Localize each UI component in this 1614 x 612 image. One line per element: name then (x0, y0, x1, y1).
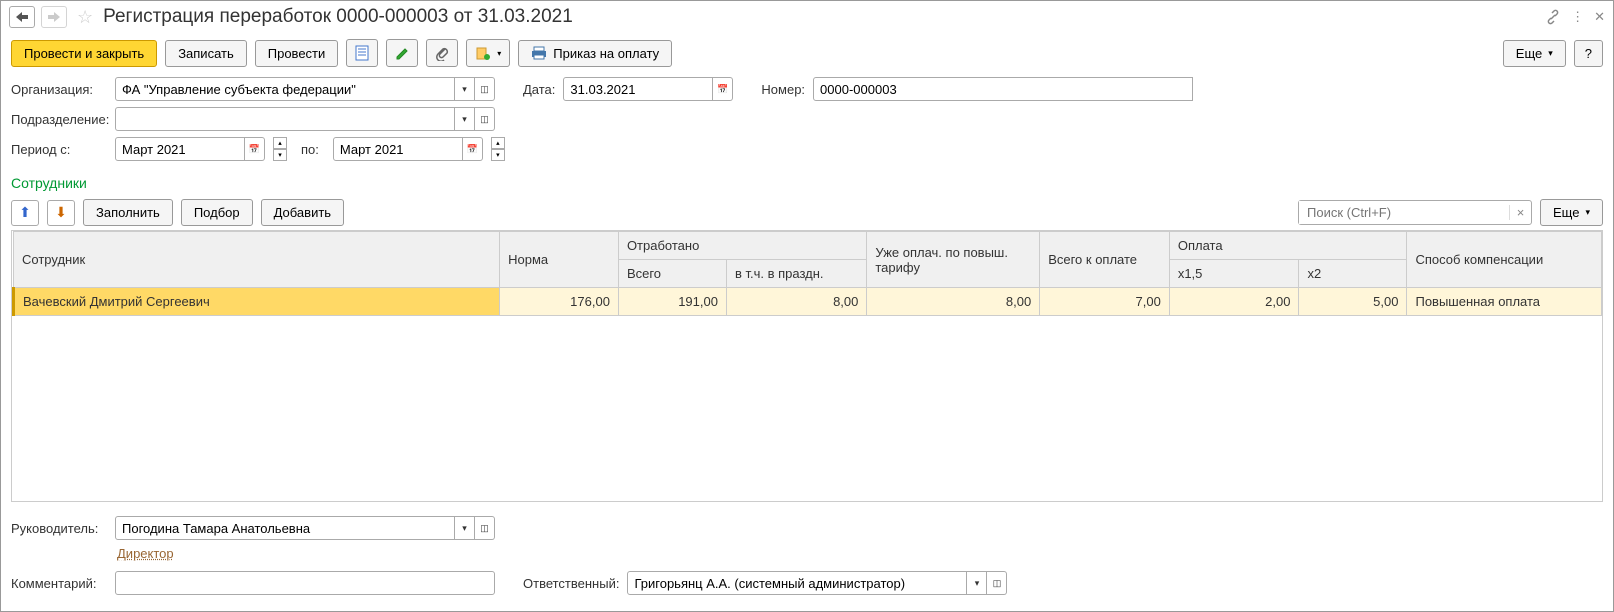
post-and-close-button[interactable]: Провести и закрыть (11, 40, 157, 67)
back-button[interactable] (9, 6, 35, 28)
resp-open-button[interactable]: ◫ (987, 571, 1007, 595)
cell-already: 8,00 (867, 288, 1040, 316)
dept-input[interactable] (115, 107, 455, 131)
cell-employee: Вачевский Дмитрий Сергеевич (14, 288, 500, 316)
comment-input[interactable] (115, 571, 495, 595)
dept-dropdown-button[interactable]: ▾ (455, 107, 475, 131)
manager-open-button[interactable]: ◫ (475, 516, 495, 540)
col-x15: x1,5 (1169, 260, 1299, 288)
resp-label: Ответственный: (523, 576, 619, 591)
period-to-label: по: (301, 142, 319, 157)
link-icon[interactable] (1545, 9, 1561, 25)
move-up-button[interactable]: ⬆ (11, 200, 39, 226)
col-payment: Оплата (1169, 232, 1407, 260)
more-button[interactable]: Еще (1503, 40, 1566, 67)
manager-label: Руководитель: (11, 521, 107, 536)
fill-button[interactable]: Заполнить (83, 199, 173, 226)
cell-topay: 7,00 (1040, 288, 1170, 316)
period-to-calendar-button[interactable]: 📅 (463, 137, 483, 161)
favorite-icon[interactable]: ☆ (77, 7, 93, 28)
number-input[interactable] (813, 77, 1193, 101)
employees-section-title: Сотрудники (1, 171, 1613, 195)
table-row[interactable]: Вачевский Дмитрий Сергеевич 176,00 191,0… (14, 288, 1602, 316)
search-clear-button[interactable]: × (1509, 205, 1531, 220)
main-toolbar: Провести и закрыть Записать Провести ▾ П… (1, 33, 1613, 73)
resp-dropdown-button[interactable]: ▾ (967, 571, 987, 595)
org-dropdown-button[interactable]: ▾ (455, 77, 475, 101)
select-button[interactable]: Подбор (181, 199, 253, 226)
report-icon-button[interactable] (346, 39, 378, 67)
org-label: Организация: (11, 82, 107, 97)
page-title: Регистрация переработок 0000-000003 от 3… (103, 6, 1539, 28)
search-input[interactable] (1299, 201, 1509, 224)
cell-norm: 176,00 (500, 288, 619, 316)
employees-table: Сотрудник Норма Отработано Уже оплач. по… (11, 230, 1603, 502)
cell-comp: Повышенная оплата (1407, 288, 1602, 316)
attach-icon-button[interactable] (426, 39, 458, 67)
table-search: × (1298, 200, 1532, 225)
edit-icon-button[interactable] (386, 39, 418, 67)
col-total-pay: Всего к оплате (1040, 232, 1170, 288)
manager-input[interactable] (115, 516, 455, 540)
col-already-paid: Уже оплач. по повыш. тарифу (867, 232, 1040, 288)
dept-label: Подразделение: (11, 112, 107, 127)
table-toolbar: ⬆ ⬇ Заполнить Подбор Добавить × Еще (1, 195, 1613, 230)
col-x2: x2 (1299, 260, 1407, 288)
titlebar: ☆ Регистрация переработок 0000-000003 от… (1, 1, 1613, 33)
period-from-calendar-button[interactable]: 📅 (245, 137, 265, 161)
dept-open-button[interactable]: ◫ (475, 107, 495, 131)
register-icon-button[interactable]: ▾ (466, 39, 510, 67)
col-worked: Отработано (618, 232, 866, 260)
col-worked-total: Всего (618, 260, 726, 288)
date-calendar-button[interactable]: 📅 (713, 77, 733, 101)
menu-icon[interactable]: ⋮ (1571, 9, 1584, 25)
col-employee: Сотрудник (14, 232, 500, 288)
close-icon[interactable]: ✕ (1594, 9, 1605, 25)
resp-input[interactable] (627, 571, 967, 595)
header-form: Организация: ▾ ◫ Дата: 📅 Номер: Подразде… (1, 73, 1613, 171)
period-from-label: Период с: (11, 142, 107, 157)
post-button[interactable]: Провести (255, 40, 339, 67)
table-more-button[interactable]: Еще (1540, 199, 1603, 226)
save-button[interactable]: Записать (165, 40, 247, 67)
col-norm: Норма (500, 232, 619, 288)
col-worked-holiday: в т.ч. в праздн. (726, 260, 866, 288)
footer-form: Руководитель: ▾ ◫ Директор Комментарий: … (1, 510, 1613, 611)
period-to-input[interactable] (333, 137, 463, 161)
number-label: Номер: (761, 82, 805, 97)
period-from-spinner[interactable]: ▴▾ (273, 137, 287, 161)
cell-total: 191,00 (618, 288, 726, 316)
org-open-button[interactable]: ◫ (475, 77, 495, 101)
comment-label: Комментарий: (11, 576, 107, 591)
date-label: Дата: (523, 82, 555, 97)
cell-holiday: 8,00 (726, 288, 866, 316)
col-comp: Способ компенсации (1407, 232, 1602, 288)
period-to-spinner[interactable]: ▴▾ (491, 137, 505, 161)
org-input[interactable] (115, 77, 455, 101)
date-input[interactable] (563, 77, 713, 101)
position-link[interactable]: Директор (117, 546, 174, 561)
period-from-input[interactable] (115, 137, 245, 161)
print-order-button[interactable]: Приказ на оплату (518, 40, 672, 67)
cell-p15: 2,00 (1169, 288, 1299, 316)
add-button[interactable]: Добавить (261, 199, 344, 226)
move-down-button[interactable]: ⬇ (47, 200, 75, 226)
help-button[interactable]: ? (1574, 40, 1603, 67)
forward-button[interactable] (41, 6, 67, 28)
manager-dropdown-button[interactable]: ▾ (455, 516, 475, 540)
cell-p2: 5,00 (1299, 288, 1407, 316)
